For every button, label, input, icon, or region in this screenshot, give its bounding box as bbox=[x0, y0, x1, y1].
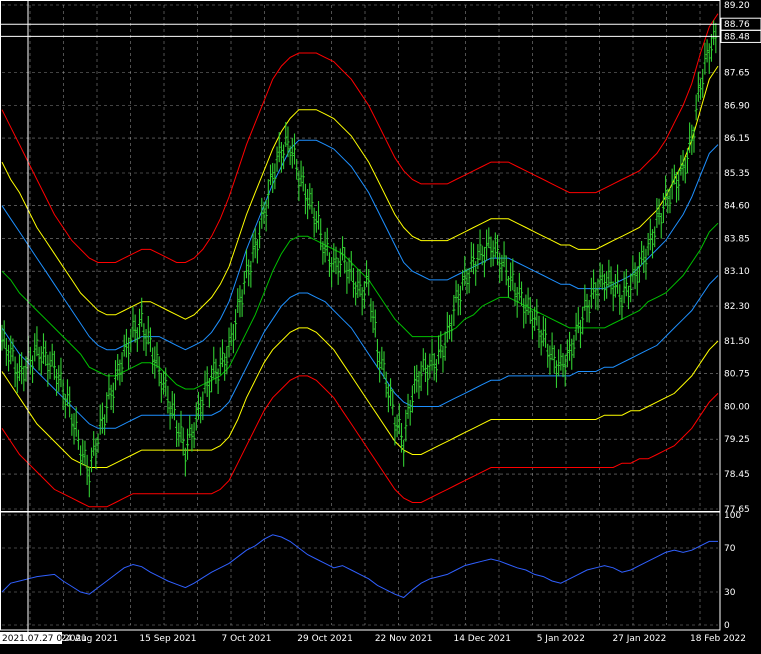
x-tick-label: 24 Aug 2021 bbox=[60, 634, 118, 644]
price-tick-label: 87.65 bbox=[724, 69, 750, 79]
price-tag-label: 88.48 bbox=[724, 32, 750, 42]
price-tick-label: 89.20 bbox=[724, 1, 750, 11]
price-tick-label: 80.75 bbox=[724, 370, 750, 380]
x-tick-label: 7 Oct 2021 bbox=[222, 634, 272, 644]
chart-background bbox=[0, 0, 761, 654]
chart-canvas[interactable]: 89.20 87.65 86.90 86.15 85.35 84.60 83.85 83.10… bbox=[0, 0, 761, 654]
indicator-tick-label: 0 bbox=[724, 621, 730, 631]
price-tick-label: 80.00 bbox=[724, 402, 750, 412]
x-tick-label: 18 Feb 2022 bbox=[690, 634, 746, 644]
indicator-tick-label: 70 bbox=[724, 544, 736, 554]
price-tick-label: 84.60 bbox=[724, 202, 750, 212]
x-tick-label: 5 Jan 2022 bbox=[537, 634, 585, 644]
price-tick-label: 81.50 bbox=[724, 337, 750, 347]
x-tick-label: 14 Dec 2021 bbox=[453, 634, 511, 644]
price-tick-label: 78.45 bbox=[724, 470, 750, 480]
x-tick-label: 29 Oct 2021 bbox=[297, 634, 353, 644]
indicator-tick-label: 100 bbox=[724, 511, 741, 521]
indicator-tick-label: 30 bbox=[724, 588, 736, 598]
x-tick-label: 15 Sep 2021 bbox=[139, 634, 196, 644]
x-tick-label: 27 Jan 2022 bbox=[612, 634, 666, 644]
price-tick-label: 83.10 bbox=[724, 267, 750, 277]
price-tick-label: 83.85 bbox=[724, 234, 750, 244]
x-tick-label: 22 Nov 2021 bbox=[375, 634, 433, 644]
price-tick-label: 82.30 bbox=[724, 302, 750, 312]
price-tick-label: 86.90 bbox=[724, 101, 750, 111]
price-tick-label: 86.15 bbox=[724, 134, 750, 144]
price-tick-label: 79.25 bbox=[724, 435, 750, 445]
price-tick-label: 85.35 bbox=[724, 169, 750, 179]
price-tag-label: 88.76 bbox=[724, 20, 750, 30]
